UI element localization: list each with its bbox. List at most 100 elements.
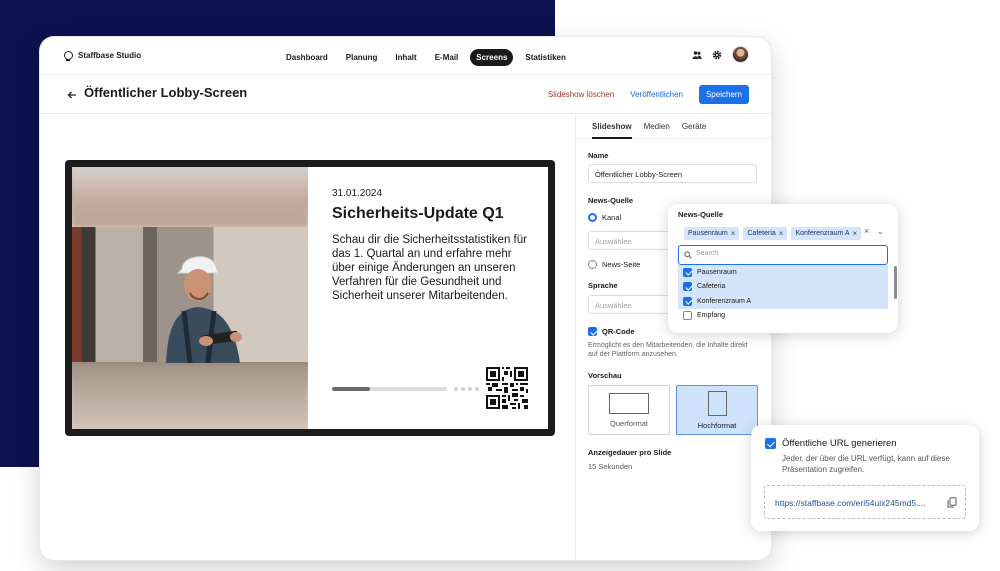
photo-worker [166,256,242,363]
qr-code-icon [486,367,528,409]
language-label: Sprache [588,281,618,290]
screen-preview: 31.01.2024 Sicherheits-Update Q1 Schau d… [65,160,555,436]
slide-date: 31.01.2024 [332,188,383,199]
news-source-label: News-Quelle [588,196,634,205]
copy-icon[interactable] [947,497,957,508]
top-icons [692,46,749,63]
remove-chip-icon[interactable]: × [779,229,784,238]
preview-area: 31.01.2024 Sicherheits-Update Q1 Schau d… [40,115,575,560]
option-label: Cafeteria [697,283,726,291]
option-label: Pausenraum [697,268,737,276]
panel-tabs: Slideshow Medien Geräte [576,115,771,139]
radio-channel[interactable] [588,213,597,222]
users-icon[interactable] [692,50,702,60]
name-label: Name [588,151,609,160]
chip: Konferenzraum A × [791,227,862,240]
brand-name: Staffbase Studio [78,51,142,60]
format-portrait-label: Hochformat [697,421,737,430]
staffbase-logo-icon [64,51,73,61]
slide-title: Sicherheits-Update Q1 [332,205,504,222]
search-icon [684,251,692,259]
photo-bottom [72,366,308,429]
header-actions: Slideshow löschen Veröffentlichen Speich… [548,85,749,104]
slide: 31.01.2024 Sicherheits-Update Q1 Schau d… [72,167,548,429]
slide-dot [461,387,465,391]
option-checkbox[interactable] [683,267,692,277]
name-field[interactable]: Öffentlicher Lobby-Screen [588,164,757,183]
nav-inhalt[interactable]: Inhalt [389,49,422,66]
slide-dots [454,387,479,391]
public-url-checkbox[interactable] [765,438,776,449]
radio-channel-label: Kanal [602,213,622,222]
tab-medien[interactable]: Medien [644,115,670,139]
chevron-down-icon[interactable]: ⌄ [877,227,884,236]
search-placeholder: Search [696,250,719,257]
gear-icon[interactable] [712,50,722,60]
nav-statistiken[interactable]: Statistiken [519,49,571,66]
publish-button[interactable]: Veröffentlichen [630,90,683,99]
radio-channel-row[interactable]: Kanal [588,213,621,222]
slide-dot [468,387,472,391]
option-item[interactable]: Cafeteria [678,279,888,294]
public-url-label: Öffentliche URL generieren [782,438,897,449]
option-checkbox[interactable] [683,311,692,321]
slide-progress [332,387,447,391]
option-item[interactable]: Pausenraum [678,265,888,280]
remove-chip-icon[interactable]: × [853,229,858,238]
slide-body: Schau dir die Sicherheitsstatistiken für… [332,234,527,302]
public-url-help: Jeder, der über die URL verfügt, kann au… [782,454,950,474]
stage: Staffbase Studio Dashboard Planung Inhal… [0,0,1000,571]
user-avatar[interactable] [732,46,749,63]
slide-dot [454,387,458,391]
tab-slideshow[interactable]: Slideshow [592,115,632,139]
photo-top [72,167,308,227]
preview-label: Vorschau [588,371,622,380]
qr-code-checkbox[interactable] [588,327,597,336]
save-button[interactable]: Speichern [698,85,749,104]
duration-label: Anzeigedauer pro Slide [588,448,672,457]
option-item[interactable]: Konferenzraum A [678,294,888,309]
option-item[interactable]: Empfang [678,309,888,324]
public-url-row[interactable]: Öffentliche URL generieren [765,438,897,449]
chip: Pausenraum × [684,227,740,240]
format-landscape[interactable]: Querformat [588,385,670,435]
scrollbar[interactable] [894,266,897,299]
radio-news-page-row[interactable]: News-Seite [588,260,640,269]
selected-chips: Pausenraum × Cafeteria × Konferenzraum A × [684,227,862,240]
nav-email[interactable]: E-Mail [429,49,465,66]
radio-news-page[interactable] [588,260,597,269]
app-window: Staffbase Studio Dashboard Planung Inhal… [40,37,771,560]
option-label: Konferenzraum A [697,297,752,305]
news-popup-label: News-Quelle [678,210,724,219]
arrow-left-icon[interactable] [66,89,78,101]
landscape-shape [609,393,649,414]
public-url-popup: Öffentliche URL generieren Jeder, der üb… [751,425,979,531]
format-portrait[interactable]: Hochformat [676,385,758,435]
nav-screens[interactable]: Screens [470,49,514,66]
remove-chip-icon[interactable]: × [731,229,736,238]
radio-news-page-label: News-Seite [602,260,641,269]
clear-icon[interactable]: × [864,226,869,236]
nav-planung[interactable]: Planung [340,49,384,66]
slide-photo [72,167,308,429]
slide-progress-fill [332,387,370,391]
chip-label: Pausenraum [688,230,728,237]
duration-value[interactable]: 15 Sekunden [588,462,632,471]
chip: Cafeteria × [743,227,788,240]
top-bar: Staffbase Studio Dashboard Planung Inhal… [40,37,771,75]
nav-dashboard[interactable]: Dashboard [280,49,334,66]
portrait-shape [707,391,727,416]
brand[interactable]: Staffbase Studio [64,51,142,61]
qr-code-help: Ermöglicht es den Mitarbeitenden, die In… [588,342,748,358]
option-checkbox[interactable] [683,282,692,292]
option-checkbox[interactable] [683,296,692,306]
page-title: Öffentlicher Lobby-Screen [84,85,248,100]
delete-slideshow-button[interactable]: Slideshow löschen [548,90,614,99]
qr-code-label: QR-Code [602,327,635,336]
news-search-input[interactable]: Search [678,245,888,265]
main-nav: Dashboard Planung Inhalt E-Mail Screens … [280,49,572,66]
chip-label: Cafeteria [747,230,776,237]
qr-code-row[interactable]: QR-Code [588,327,635,336]
tab-geraete[interactable]: Geräte [682,115,706,139]
url-field[interactable]: https://staffbase.com/eri54uix245md5.... [764,485,966,519]
